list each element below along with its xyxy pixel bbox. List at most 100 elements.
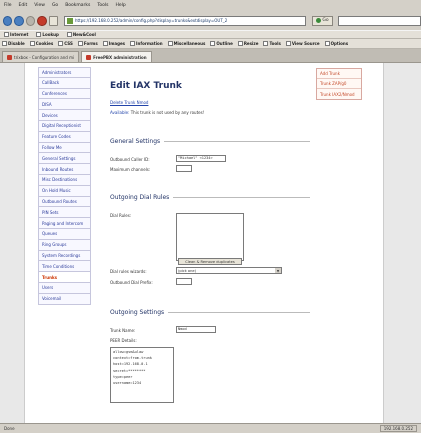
trunk-list-item[interactable]: Add Trunk [317,69,361,79]
dial-rules-heading: Outgoing Dial Rules [110,194,310,201]
url-bar[interactable]: https://192.168.0.252/admin/config.php?d… [63,15,307,26]
sidebar-item-misc-destinations[interactable]: Misc Destinations [38,174,91,186]
sidebar-item-follow-me[interactable]: Follow Me [38,142,91,154]
sidebar-item-voicemail[interactable]: Voicemail [38,293,91,305]
callerid-label: Outbound Caller ID: [110,157,150,162]
menu-item-edit[interactable]: Edit [19,3,28,8]
trunk-list: Add Trunk Trunk ZAP/g0 Trunk IAX2/Nmod [316,68,362,100]
toolbar-item-outline[interactable]: Outline [210,41,233,46]
tab-label: trixbox - Configuration and mi [14,54,75,60]
menu-item-view[interactable]: View [34,3,45,8]
sidebar-item-ring-groups[interactable]: Ring Groups [38,239,91,251]
page-title: Edit IAX Trunk [110,81,182,91]
sidebar-item-conferences[interactable]: Conferences [38,88,91,100]
toolbar-item-label: Disable [8,41,25,46]
stop-icon[interactable] [37,15,47,26]
bookmark-label: New&Cool [72,32,96,37]
dial-rules-label: Dial Rules: [110,213,132,218]
tab-close-icon[interactable] [7,54,12,60]
toolbar-item-icon [58,41,64,46]
toolbar-item-options[interactable]: Options [324,41,348,46]
reload-icon[interactable] [25,15,36,26]
dial-prefix-field[interactable] [176,278,192,285]
bookmark-1[interactable]: Lookup [36,32,59,37]
usage-label: Available: [110,110,130,115]
back-icon[interactable] [3,15,13,26]
tab-close-icon[interactable] [86,54,92,60]
sidebar-item-queues[interactable]: Queues [38,228,91,240]
sidebar-item-system-recordings[interactable]: System Recordings [38,250,91,262]
sidebar-item-inbound-routes[interactable]: Inbound Routes [38,164,91,175]
toolbar-item-disable[interactable]: Disable [2,41,25,46]
general-settings-heading: General Settings [110,138,310,145]
sidebar-item-callback[interactable]: CallBack [38,77,91,89]
toolbar-item-icon [130,41,136,46]
bookmark-0[interactable]: Internet [4,32,28,37]
toolbar-item-resize[interactable]: Resize [237,41,258,46]
dial-prefix-label: Outbound Dial Prefix: [110,280,153,285]
trunk-list-item[interactable]: Trunk ZAP/g0 [317,79,361,89]
toolbar-item-tools[interactable]: Tools [263,41,281,46]
tab-label: FreePBX administration [93,54,147,60]
menu-item-bookmarks[interactable]: Bookmarks [65,3,90,8]
maxchans-field[interactable] [176,165,192,172]
peer-details-label: PEER Details: [110,338,137,343]
browser-tab-1[interactable]: FreePBX administration [81,51,152,62]
menu-item-go[interactable]: Go [52,3,58,8]
sidebar-item-pin-sets[interactable]: PIN Sets [38,207,91,219]
sidebar-item-administrators[interactable]: Administrators [38,67,91,78]
menu-item-tools[interactable]: Tools [97,3,108,8]
outgoing-settings-heading: Outgoing Settings [110,309,310,316]
toolbar-item-view-source[interactable]: View Source [285,41,320,46]
menu-item-help[interactable]: Help [115,3,125,8]
sidebar-item-outbound-routes[interactable]: Outbound Routes [38,196,91,208]
status-ip: 192.168.0.252 [379,425,417,432]
status-bar: Done 192.168.0.252 [0,423,421,433]
sidebar-item-trunks[interactable]: Trunks [38,272,91,283]
menu-item-file[interactable]: File [4,3,12,8]
bookmark-icon [66,32,72,37]
maxchans-label: Maximum channels: [110,167,151,172]
trunk-name-label: Trunk Name: [110,328,136,333]
delete-trunk-link[interactable]: Delete Trunk Nmod [110,100,148,105]
toolbar-item-label: Images [108,41,126,46]
sidebar-item-general-settings[interactable]: General Settings [38,153,91,165]
browser-tab-0[interactable]: trixbox - Configuration and mi [2,51,80,62]
toolbar-item-information[interactable]: Information [130,41,163,46]
wizards-label: Dial rules wizards: [110,269,147,274]
bookmark-label: Internet [10,32,29,37]
sidebar-item-time-conditions[interactable]: Time Conditions [38,261,91,273]
bookmarks-toolbar: Internet Lookup New&Cool [0,30,421,39]
sidebar-item-digital-receptionist[interactable]: Digital Receptionist [38,120,91,132]
bookmark-icon [4,32,9,37]
url-text: https://192.168.0.252/admin/config.php?d… [74,18,228,23]
peer-details-textarea[interactable]: allow=gsm&ulaw context=from-trunk host=1… [110,347,174,403]
search-box[interactable] [337,15,421,26]
callerid-field[interactable]: "Michael" <1234> [176,155,226,162]
sidebar-item-users[interactable]: Users [38,282,91,294]
trunk-list-item[interactable]: Trunk IAX2/Nmod [317,89,361,99]
toolbar-item-label: Tools [269,41,281,46]
trunk-name-field[interactable]: Nmod [176,326,216,333]
toolbar-item-css[interactable]: CSS [58,41,73,46]
menu-bar: File Edit View Go Bookmarks Tools Help [0,0,421,11]
go-button[interactable]: Go [312,15,333,26]
sidebar-item-feature-codes[interactable]: Feature Codes [38,131,91,143]
toolbar-item-icon [210,41,216,46]
dial-rules-textarea[interactable] [176,213,244,261]
toolbar-item-forms[interactable]: Forms [77,41,98,46]
toolbar-item-miscellaneous[interactable]: Miscellaneous [167,41,205,46]
toolbar-item-cookies[interactable]: Cookies [29,41,53,46]
sidebar-item-devices[interactable]: Devices [38,110,91,121]
sidebar-item-paging-and-intercom[interactable]: Paging and Intercom [38,218,91,229]
module-sidebar: Administrators CallBack Conferences DISA Dev… [38,67,91,305]
sidebar-item-disa[interactable]: DISA [38,99,91,111]
forward-icon[interactable] [14,15,24,26]
dial-rules-wizard-select[interactable]: (pick one) ▼ [176,267,282,274]
bookmark-2[interactable]: New&Cool [66,32,96,37]
toolbar-item-images[interactable]: Images [102,41,126,46]
clean-remove-duplicates-button[interactable]: Clean & Remove duplicates [178,258,242,265]
toolbar-item-icon [77,41,83,46]
sidebar-item-on-hold-music[interactable]: On Hold Music [38,185,91,197]
home-icon[interactable] [48,15,58,26]
